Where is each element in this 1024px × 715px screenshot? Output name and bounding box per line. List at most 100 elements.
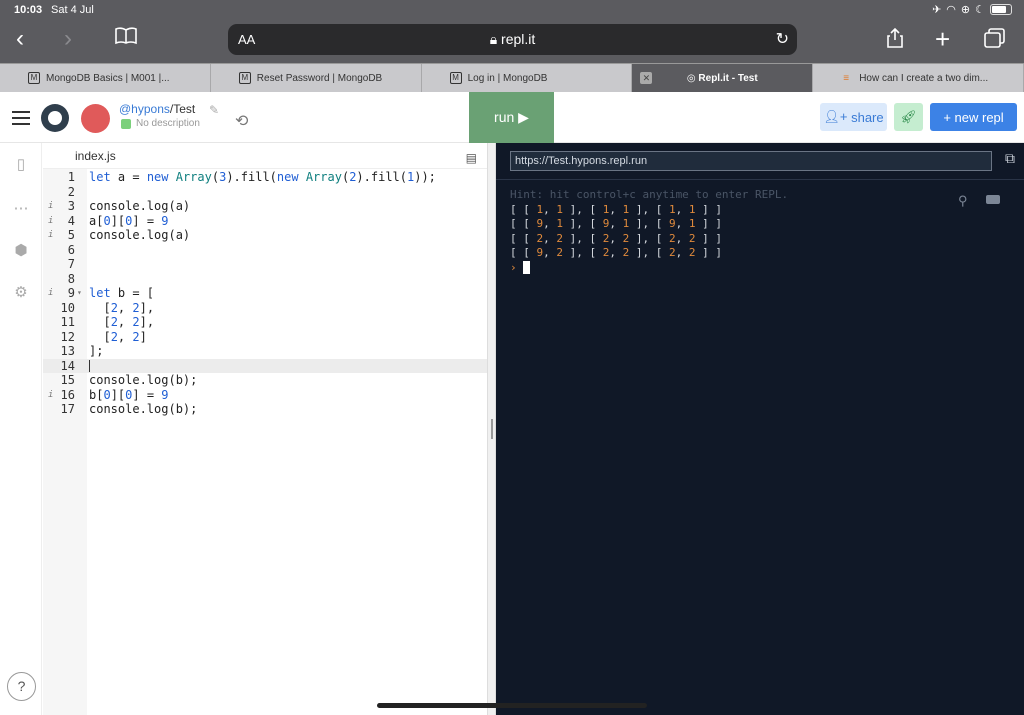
reload-icon[interactable]: ↻ xyxy=(776,29,789,49)
code-line[interactable]: 3 i console.log(a) xyxy=(43,199,487,214)
open-external-icon[interactable]: ⧉ xyxy=(1005,150,1015,167)
code-text: let b = [ xyxy=(89,286,155,300)
info-icon[interactable]: i xyxy=(48,199,53,214)
console-output-line: [ [ 2, 2 ], [ 2, 2 ], [ 2, 2 ] ] xyxy=(510,231,722,245)
address-bar[interactable]: AA 🔒︎ repl.it ↻ xyxy=(228,24,797,55)
code-line[interactable]: 6 xyxy=(43,243,487,258)
mongodb-favicon-icon: M xyxy=(449,72,462,84)
line-number: 7 xyxy=(67,257,75,271)
packages-icon[interactable]: ⬢ xyxy=(12,241,30,259)
code-line[interactable]: 7 xyxy=(43,257,487,272)
stackoverflow-favicon-icon: ≡ xyxy=(843,73,850,84)
code-line[interactable]: 14 xyxy=(43,358,487,374)
tabs-overview-icon[interactable] xyxy=(984,28,1006,54)
left-sidebar: ▯ ⋯ ⬢ ⚙ xyxy=(0,143,42,715)
pencil-icon[interactable]: ✎ xyxy=(209,103,219,117)
forward-button[interactable]: › xyxy=(64,26,72,52)
repl-description[interactable]: No description xyxy=(136,118,200,129)
line-number: 1 xyxy=(67,170,75,184)
files-icon[interactable]: ▯ xyxy=(12,155,30,173)
info-icon[interactable]: i xyxy=(48,228,53,243)
code-line[interactable]: 9 i ▾ let b = [ xyxy=(43,286,487,301)
nodejs-icon xyxy=(121,119,131,129)
code-text: a[0][0] = 9 xyxy=(89,213,169,228)
replit-favicon-icon: ◎ xyxy=(686,73,699,84)
mongodb-favicon-icon: M xyxy=(28,72,40,84)
new-tab-icon[interactable]: + xyxy=(935,26,950,52)
close-tab-icon[interactable]: ✕ xyxy=(640,72,653,84)
replit-logo-icon[interactable] xyxy=(41,104,69,132)
code-line[interactable]: 17 console.log(b); xyxy=(43,402,487,417)
help-button[interactable]: ? xyxy=(7,672,36,701)
browser-tab[interactable]: M MongoDB Basics | M001 |... xyxy=(0,64,211,93)
code-line[interactable]: 12 [2, 2] xyxy=(43,330,487,345)
code-text: [2, 2] xyxy=(89,329,147,344)
info-icon[interactable]: i xyxy=(48,286,53,301)
code-line[interactable]: 10 [2, 2], xyxy=(43,301,487,316)
code-text: b[0][0] = 9 xyxy=(89,387,169,402)
lock-rotation-icon: ⊕ xyxy=(960,4,971,16)
browser-tab[interactable]: M Log in | MongoDB xyxy=(422,64,633,93)
run-button[interactable]: run ▶ xyxy=(469,92,554,143)
line-number: 6 xyxy=(67,242,75,257)
code-lines[interactable]: 1 let a = new Array(3).fill(new Array(2).… xyxy=(43,170,487,417)
browser-tab[interactable]: ≡ How can I create a two dim... xyxy=(813,64,1024,93)
browser-tabs: M MongoDB Basics | M001 |... M Reset Passw… xyxy=(0,63,1024,93)
history-icon[interactable]: ⟲ xyxy=(235,111,248,131)
code-line[interactable]: 2 xyxy=(43,185,487,200)
browser-tab[interactable]: M Reset Password | MongoDB xyxy=(211,64,422,93)
code-line[interactable]: 5 i console.log(a) xyxy=(43,228,487,243)
back-button[interactable]: ‹ xyxy=(16,26,24,52)
status-icons: ✈ ◠ ⊕ ☾ xyxy=(932,3,1012,16)
version-control-icon[interactable]: ⋯ xyxy=(12,199,30,217)
fold-chevron-icon[interactable]: ▾ xyxy=(77,286,82,301)
console-prompt[interactable]: › xyxy=(510,261,788,276)
avatar[interactable] xyxy=(81,104,110,133)
status-time: 10:03 xyxy=(14,4,43,16)
line-number: 2 xyxy=(67,184,75,199)
bookmarks-icon[interactable] xyxy=(115,26,137,52)
line-number: 13 xyxy=(60,344,75,358)
console-output: Hint: hit control+c anytime to enter REP… xyxy=(510,188,788,275)
console-pane[interactable]: https://Test.hypons.repl.run ⧉ ⚲ Hint: h… xyxy=(496,143,1024,715)
code-text: console.log(a) xyxy=(89,199,191,213)
code-line[interactable]: 13]; xyxy=(43,344,487,359)
code-text: let a = new Array(3).fill(new Array(2).f… xyxy=(89,170,436,184)
info-icon[interactable]: i xyxy=(48,388,53,403)
new-repl-button[interactable]: + new repl xyxy=(930,103,1017,131)
code-editor[interactable]: index.js ▤ 1 let a = new Array(3).fill(ne… xyxy=(43,143,487,715)
settings-gear-icon[interactable]: ⚙ xyxy=(12,283,30,301)
clear-console-icon[interactable] xyxy=(986,195,1000,204)
hamburger-menu-icon[interactable] xyxy=(12,111,30,129)
code-line[interactable]: 16 i b[0][0] = 9 xyxy=(43,388,487,403)
share-button[interactable]: 👤︎+ share xyxy=(820,103,887,131)
code-line[interactable]: 4 i a[0][0] = 9 xyxy=(43,214,487,229)
info-icon[interactable]: i xyxy=(48,214,53,229)
status-bar: 10:03 Sat 4 Jul ✈ ◠ ⊕ ☾ xyxy=(0,0,1024,20)
line-number: 8 xyxy=(67,271,75,286)
code-line[interactable]: 15 console.log(b); xyxy=(43,373,487,388)
repl-url-field[interactable]: https://Test.hypons.repl.run xyxy=(510,151,992,171)
editor-settings-icon[interactable]: ▤ xyxy=(466,151,477,165)
code-line[interactable]: 1 let a = new Array(3).fill(new Array(2).… xyxy=(43,170,487,185)
console-output-line: [ [ 9, 1 ], [ 9, 1 ], [ 9, 1 ] ] xyxy=(510,217,722,230)
line-number: 12 xyxy=(60,329,75,344)
console-output-line: [ [ 1, 1 ], [ 1, 1 ], [ 1, 1 ] ] xyxy=(510,202,722,216)
line-number: 17 xyxy=(60,402,75,416)
line-number: 15 xyxy=(60,373,75,387)
repl-name[interactable]: @hypons/Test xyxy=(119,102,195,116)
share-sheet-icon[interactable] xyxy=(886,27,904,55)
home-indicator[interactable] xyxy=(377,703,647,708)
lock-icon: 🔒︎ xyxy=(489,31,498,47)
file-tab-index-js[interactable]: index.js xyxy=(75,149,116,163)
code-line[interactable]: 11 [2, 2], xyxy=(43,315,487,330)
code-text: console.log(a) xyxy=(89,228,191,242)
code-text xyxy=(89,359,90,374)
line-number: 14 xyxy=(60,358,75,373)
search-icon[interactable]: ⚲ xyxy=(958,193,968,209)
browser-tab-active[interactable]: ✕ ◎ Repl.it - Test xyxy=(632,64,814,93)
code-line[interactable]: 8 xyxy=(43,272,487,287)
url-text: repl.it xyxy=(501,31,536,47)
deploy-rocket-icon[interactable]: 🚀︎ xyxy=(894,103,923,131)
pane-divider[interactable] xyxy=(487,143,496,715)
